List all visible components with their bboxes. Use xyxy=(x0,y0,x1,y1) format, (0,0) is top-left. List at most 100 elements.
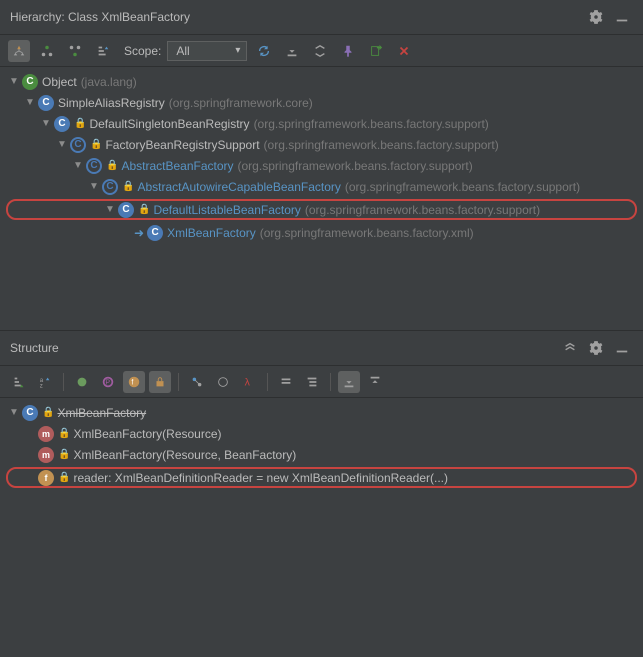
type-icon: C xyxy=(118,202,134,218)
tree-spacer xyxy=(24,449,36,461)
package-label: (org.springframework.beans.factory.suppo… xyxy=(345,180,580,194)
sort-icon[interactable] xyxy=(92,40,114,62)
type-icon: C xyxy=(54,116,70,132)
type-icon: C xyxy=(70,137,86,153)
hierarchy-title: Hierarchy: Class XmlBeanFactory xyxy=(10,10,190,24)
gear-icon[interactable] xyxy=(585,337,607,359)
minimize-icon[interactable] xyxy=(611,6,633,28)
package-label: (org.springframework.beans.factory.suppo… xyxy=(264,138,499,152)
type-icon: m xyxy=(38,426,54,442)
show-inherited-icon[interactable] xyxy=(186,371,208,393)
expand-arrow-icon[interactable]: ▼ xyxy=(72,160,84,172)
lock-icon: 🔒 xyxy=(138,204,150,215)
item-name: reader: XmlBeanDefinitionReader = new Xm… xyxy=(73,471,448,485)
type-icon: C xyxy=(22,74,38,90)
minimize-icon[interactable] xyxy=(611,337,633,359)
package-label: (org.springframework.beans.factory.suppo… xyxy=(305,203,540,217)
item-name: XmlBeanFactory(Resource) xyxy=(73,427,221,441)
item-name: XmlBeanFactory xyxy=(167,226,256,240)
toolbar-icon-2[interactable] xyxy=(301,371,323,393)
tree-row[interactable]: ▼C🔒FactoryBeanRegistrySupport(org.spring… xyxy=(0,134,643,155)
tree-row[interactable]: m 🔒XmlBeanFactory(Resource, BeanFactory) xyxy=(0,444,643,465)
structure-toolbar: az P f λ xyxy=(0,366,643,398)
show-properties2-icon[interactable]: P xyxy=(97,371,119,393)
tree-row[interactable]: ▼C 🔒XmlBeanFactory xyxy=(0,402,643,423)
lock-icon: 🔒 xyxy=(58,428,70,439)
structure-tree: ▼C🔒XmlBeanFactorym🔒XmlBeanFactory(Resour… xyxy=(0,398,643,494)
hierarchy-toolbar: Scope: All xyxy=(0,35,643,67)
type-icon: C xyxy=(102,179,118,195)
tree-row[interactable]: f🔒reader: XmlBeanDefinitionReader = new … xyxy=(6,467,637,488)
package-label: (org.springframework.beans.factory.suppo… xyxy=(238,159,473,173)
autoscroll-source-icon[interactable] xyxy=(338,371,360,393)
tree-row[interactable]: ▼C 🔒DefaultListableBeanFactory (org.spring… xyxy=(6,199,637,220)
item-name: AbstractAutowireCapableBeanFactory xyxy=(137,180,340,194)
tree-spacer xyxy=(24,472,36,484)
pin-icon[interactable] xyxy=(337,40,359,62)
tree-row[interactable]: ▼C 🔒DefaultSingletonBeanRegistry (org.spri… xyxy=(0,113,643,134)
item-name: Object xyxy=(42,75,77,89)
tree-row[interactable]: ▼CSimpleAliasRegistry(org.springframewor… xyxy=(0,92,643,113)
item-name: DefaultListableBeanFactory xyxy=(153,203,300,217)
expand-arrow-icon[interactable]: ▼ xyxy=(8,76,20,88)
show-anonymous-icon[interactable] xyxy=(212,371,234,393)
autoscroll-icon[interactable] xyxy=(281,40,303,62)
svg-text:λ: λ xyxy=(245,376,251,388)
package-label: (java.lang) xyxy=(81,75,137,89)
gear-icon[interactable] xyxy=(585,6,607,28)
show-lambda-icon[interactable]: λ xyxy=(238,371,260,393)
expand-arrow-icon[interactable]: ▼ xyxy=(104,204,116,216)
lock-icon: 🔒 xyxy=(58,449,70,460)
tree-row[interactable]: ▼C Object (java.lang) xyxy=(0,71,643,92)
package-label: (org.springframework.beans.factory.xml) xyxy=(260,226,474,240)
structure-header: Structure xyxy=(0,331,643,366)
sort-visibility-icon[interactable] xyxy=(8,371,30,393)
close-icon[interactable] xyxy=(393,40,415,62)
class-hierarchy-icon[interactable] xyxy=(8,40,30,62)
toolbar-icon-1[interactable] xyxy=(275,371,297,393)
lock-icon: 🔒 xyxy=(122,181,134,192)
structure-title: Structure xyxy=(10,341,59,355)
lock-icon: 🔒 xyxy=(42,407,54,418)
lock-icon: 🔒 xyxy=(58,472,70,483)
type-icon: C xyxy=(147,225,163,241)
lock-icon: 🔒 xyxy=(106,160,118,171)
sort-alpha-icon[interactable]: az xyxy=(34,371,56,393)
collapse-icon[interactable] xyxy=(559,337,581,359)
export-icon[interactable] xyxy=(365,40,387,62)
scope-dropdown[interactable]: All xyxy=(167,41,247,61)
type-icon: m xyxy=(38,447,54,463)
type-icon: C xyxy=(86,158,102,174)
item-name: AbstractBeanFactory xyxy=(121,159,233,173)
refresh-icon[interactable] xyxy=(253,40,275,62)
expand-arrow-icon[interactable]: ▼ xyxy=(88,181,100,193)
expand-icon[interactable] xyxy=(309,40,331,62)
package-label: (org.springframework.beans.factory.suppo… xyxy=(254,117,489,131)
lock-icon: 🔒 xyxy=(74,118,86,129)
svg-text:f: f xyxy=(131,379,133,386)
expand-arrow-icon[interactable]: ▼ xyxy=(56,139,68,151)
expand-arrow-icon[interactable]: ▼ xyxy=(40,118,52,130)
svg-text:P: P xyxy=(105,379,110,386)
expand-arrow-icon[interactable]: ▼ xyxy=(24,97,36,109)
item-name: XmlBeanFactory(Resource, BeanFactory) xyxy=(73,448,296,462)
tree-row[interactable]: m 🔒XmlBeanFactory(Resource) xyxy=(0,423,643,444)
scope-label: Scope: xyxy=(124,44,161,58)
subtypes-icon[interactable] xyxy=(64,40,86,62)
show-fields-icon[interactable]: f xyxy=(123,371,145,393)
type-icon: C xyxy=(22,405,38,421)
supertypes-icon[interactable] xyxy=(36,40,58,62)
autoscroll-from-icon[interactable] xyxy=(364,371,386,393)
tree-row[interactable]: ➜C XmlBeanFactory (org.springframework.bea… xyxy=(0,222,643,243)
svg-text:z: z xyxy=(40,382,43,389)
show-nonpublic-icon[interactable] xyxy=(149,371,171,393)
hierarchy-tree: ▼CObject(java.lang)▼CSimpleAliasRegistry… xyxy=(0,67,643,247)
expand-arrow-icon[interactable]: ▼ xyxy=(8,407,20,419)
navigate-icon: ➜ xyxy=(134,226,144,240)
item-name: XmlBeanFactory xyxy=(57,406,146,420)
tree-row[interactable]: ▼C 🔒AbstractBeanFactory (org.springframewo… xyxy=(0,155,643,176)
show-properties-icon[interactable] xyxy=(71,371,93,393)
item-name: FactoryBeanRegistrySupport xyxy=(105,138,259,152)
tree-row[interactable]: ▼C 🔒AbstractAutowireCapableBeanFactory (or… xyxy=(0,176,643,197)
item-name: DefaultSingletonBeanRegistry xyxy=(89,117,249,131)
